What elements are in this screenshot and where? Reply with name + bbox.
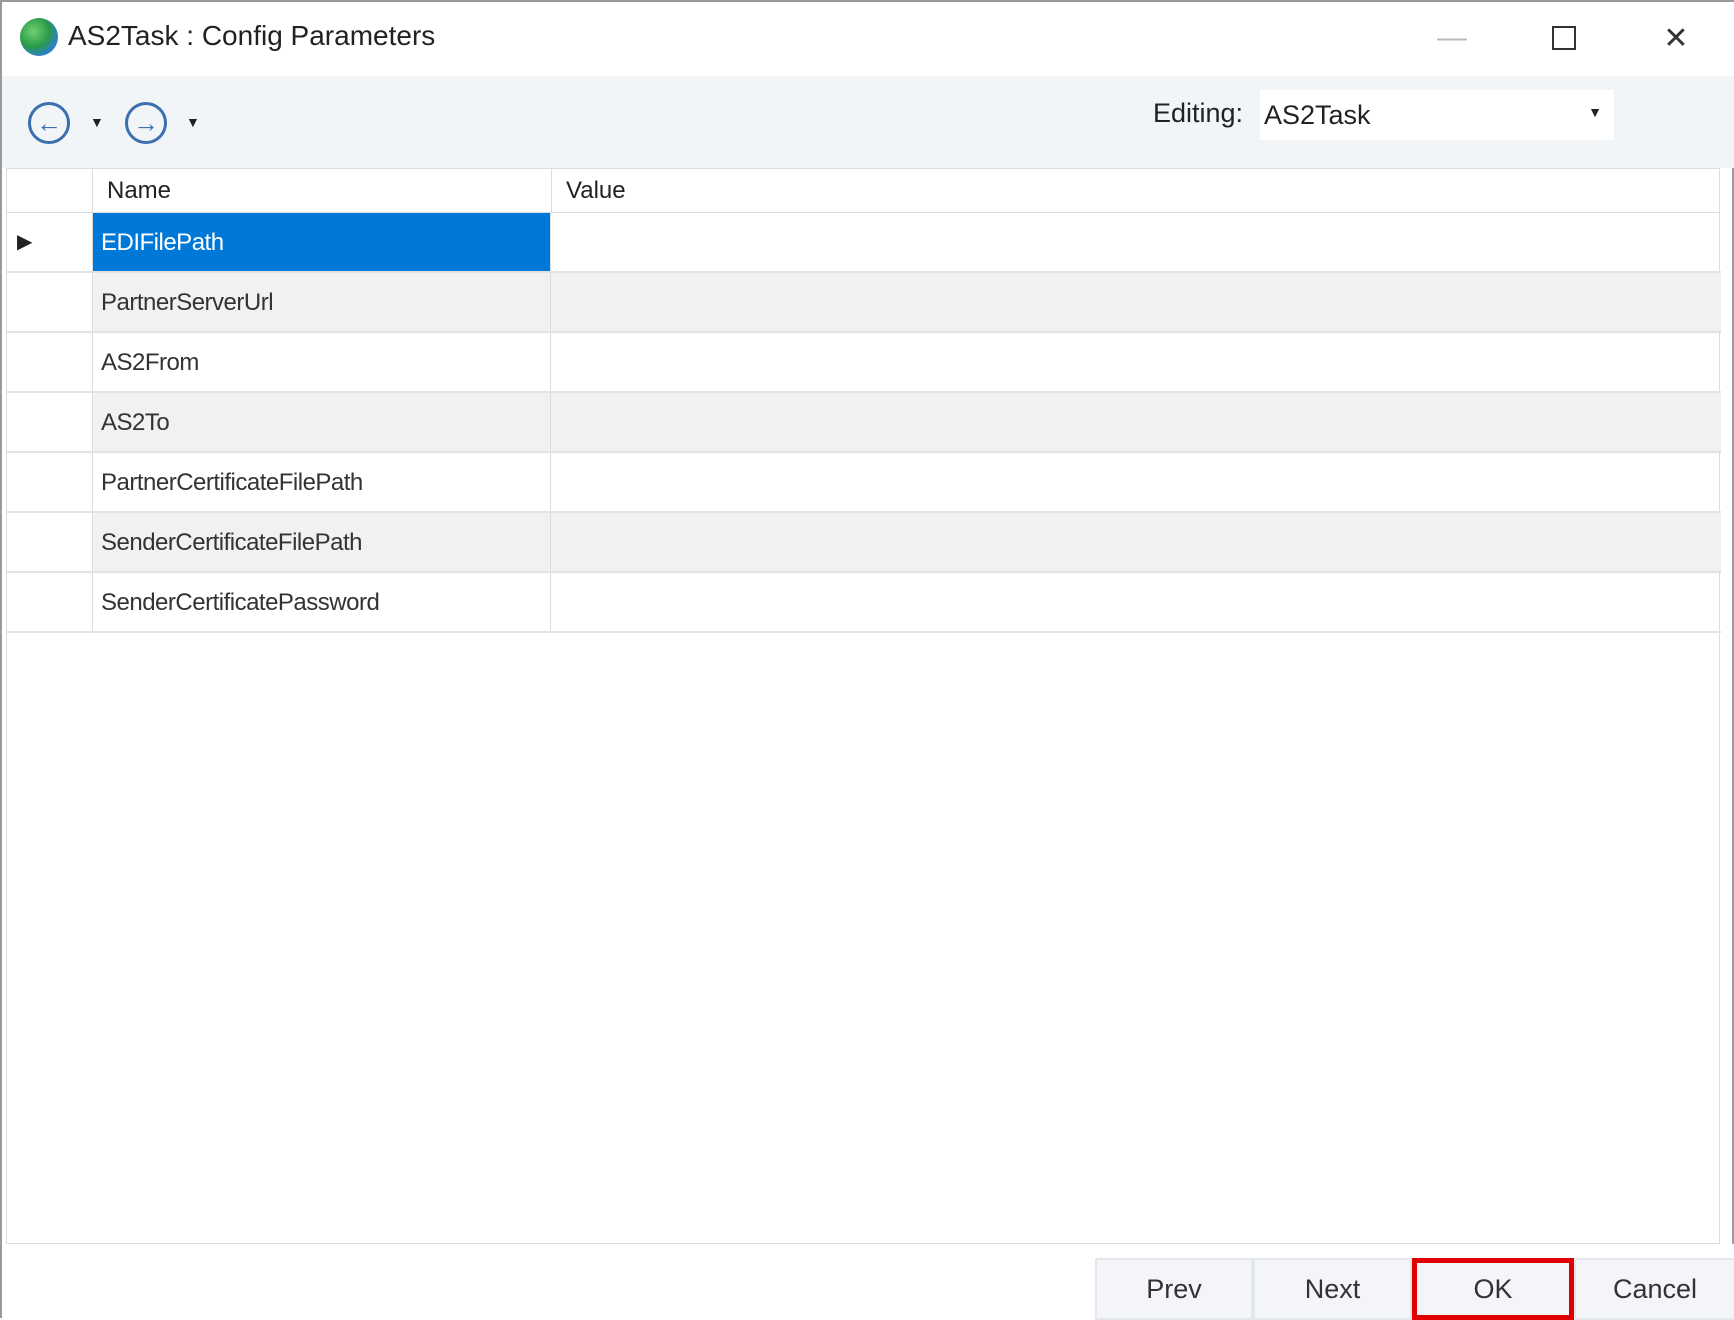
value-cell[interactable] bbox=[552, 393, 1721, 451]
name-cell[interactable]: AS2From bbox=[93, 333, 551, 391]
name-cell[interactable]: AS2To bbox=[93, 393, 551, 451]
editing-label: Editing: bbox=[1153, 98, 1244, 128]
row-header[interactable]: ▶ bbox=[7, 213, 93, 271]
table-row[interactable]: SenderCertificatePassword bbox=[7, 573, 1721, 633]
back-arrow-icon[interactable]: ← bbox=[28, 102, 70, 144]
chevron-down-icon[interactable]: ▼ bbox=[1588, 104, 1602, 120]
value-cell[interactable] bbox=[552, 513, 1721, 571]
minimize-icon[interactable]: — bbox=[1422, 14, 1482, 62]
prev-button[interactable]: Prev bbox=[1095, 1258, 1253, 1320]
row-header[interactable] bbox=[7, 273, 93, 331]
row-header[interactable] bbox=[7, 393, 93, 451]
row-header[interactable] bbox=[7, 573, 93, 631]
editing-select[interactable]: AS2Task ▼ bbox=[1260, 90, 1614, 140]
back-dropdown-icon[interactable]: ▼ bbox=[90, 114, 104, 130]
table-row[interactable]: ▶ EDIFilePath bbox=[7, 213, 1721, 273]
maximize-icon[interactable] bbox=[1534, 14, 1594, 62]
editing-value: AS2Task bbox=[1264, 99, 1371, 130]
window-title: AS2Task : Config Parameters bbox=[68, 20, 436, 51]
row-header[interactable] bbox=[7, 453, 93, 511]
forward-arrow-icon[interactable]: → bbox=[125, 102, 167, 144]
row-header[interactable] bbox=[7, 513, 93, 571]
cancel-button[interactable]: Cancel bbox=[1574, 1258, 1734, 1320]
name-cell[interactable]: PartnerServerUrl bbox=[93, 273, 551, 331]
column-header-name[interactable]: Name bbox=[93, 169, 552, 213]
name-cell[interactable]: SenderCertificateFilePath bbox=[93, 513, 551, 571]
value-cell[interactable] bbox=[552, 453, 1721, 511]
value-cell[interactable] bbox=[552, 273, 1721, 331]
column-header-value[interactable]: Value bbox=[552, 169, 1719, 213]
value-cell[interactable] bbox=[552, 213, 1721, 271]
table-row[interactable]: PartnerCertificateFilePath bbox=[7, 453, 1721, 513]
ok-button[interactable]: OK bbox=[1412, 1258, 1574, 1320]
app-globe-icon bbox=[20, 18, 58, 56]
name-cell[interactable]: SenderCertificatePassword bbox=[93, 573, 551, 631]
parameters-grid: Name Value ▶ EDIFilePath PartnerServerUr… bbox=[6, 168, 1721, 1244]
table-row[interactable]: AS2To bbox=[7, 393, 1721, 453]
row-header-corner bbox=[7, 169, 93, 213]
table-row[interactable]: SenderCertificateFilePath bbox=[7, 513, 1721, 573]
value-cell[interactable] bbox=[552, 333, 1721, 391]
name-cell[interactable]: PartnerCertificateFilePath bbox=[93, 453, 551, 511]
value-cell[interactable] bbox=[552, 573, 1721, 631]
current-row-arrow-icon: ▶ bbox=[17, 231, 33, 253]
close-icon[interactable]: ✕ bbox=[1646, 14, 1706, 62]
table-row[interactable]: AS2From bbox=[7, 333, 1721, 393]
next-button[interactable]: Next bbox=[1253, 1258, 1412, 1320]
table-row[interactable]: PartnerServerUrl bbox=[7, 273, 1721, 333]
row-header[interactable] bbox=[7, 333, 93, 391]
forward-dropdown-icon[interactable]: ▼ bbox=[186, 114, 200, 130]
name-cell[interactable]: EDIFilePath bbox=[93, 213, 551, 271]
